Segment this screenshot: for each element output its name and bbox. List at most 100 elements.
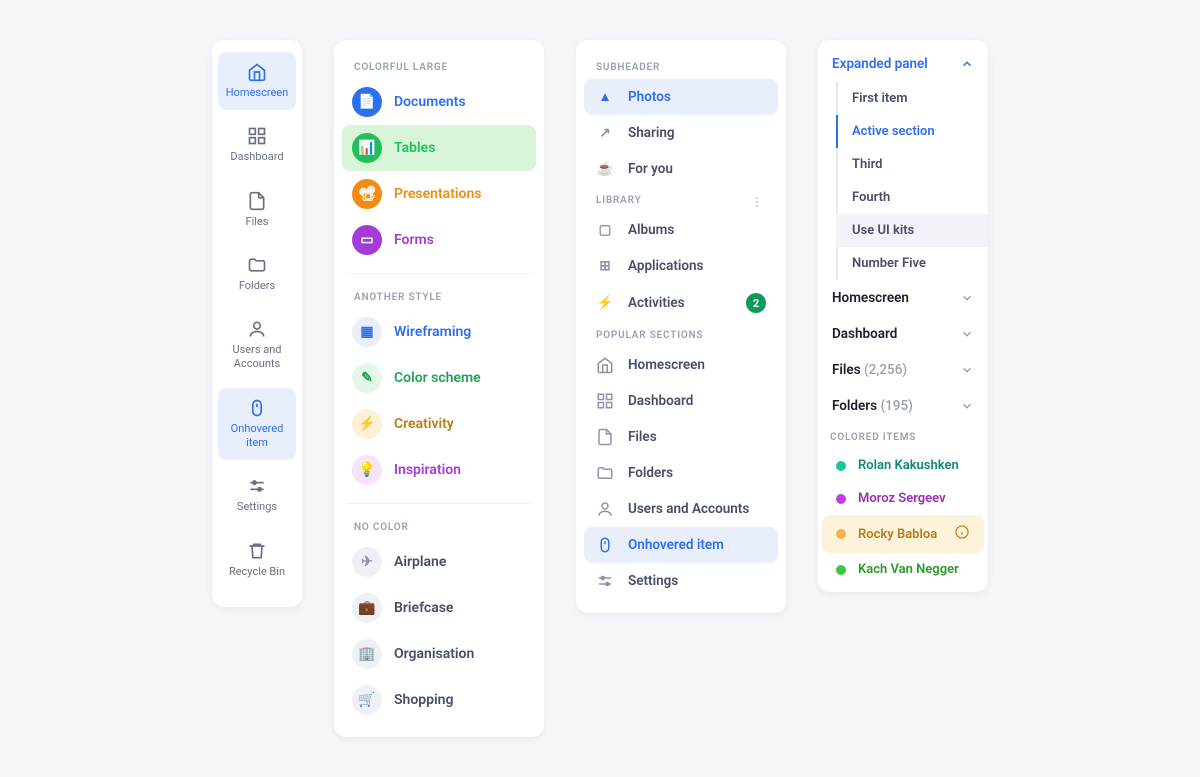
menu-item-activities[interactable]: ⚡Activities2: [584, 284, 778, 322]
item-label: Settings: [628, 573, 678, 589]
group-header: SUBHEADER: [584, 54, 778, 79]
file-icon: [247, 191, 267, 211]
home-icon: [247, 62, 267, 82]
item-icon: ⊞: [596, 257, 614, 275]
colored-item-moroz-sergeev[interactable]: Moroz Sergeev: [822, 482, 984, 515]
item-label: Albums: [628, 222, 674, 238]
colored-item-kach-van-negger[interactable]: Kach Van Negger: [822, 553, 984, 586]
item-icon: ⚡: [596, 294, 614, 312]
item-label: Moroz Sergeev: [858, 491, 946, 506]
item-label: Wireframing: [394, 324, 471, 340]
panel-label: Dashboard: [832, 326, 897, 342]
menu-item-presentations[interactable]: 📽Presentations: [342, 171, 536, 217]
item-icon: 💡: [352, 455, 382, 485]
kebab-icon[interactable]: [750, 195, 764, 212]
item-icon: [596, 356, 614, 374]
menu-item-homescreen[interactable]: Homescreen: [584, 347, 778, 383]
item-icon: [596, 464, 614, 482]
sub-item-first-item[interactable]: First item: [836, 82, 988, 115]
item-icon: ⚡: [352, 409, 382, 439]
accordion-header-expanded[interactable]: Expanded panel: [818, 46, 988, 82]
nav-label: Onhovered item: [222, 422, 292, 451]
sub-item-fourth[interactable]: Fourth: [836, 181, 988, 214]
nav-label: Settings: [237, 500, 277, 514]
item-icon: 📊: [352, 133, 382, 163]
panel-label: Folders (195): [832, 398, 913, 414]
menu-item-users-and-accounts[interactable]: Users and Accounts: [584, 491, 778, 527]
item-icon: ✈: [352, 547, 382, 577]
nav-item-files[interactable]: Files: [218, 181, 296, 239]
accordion-header-dashboard[interactable]: Dashboard: [818, 316, 988, 352]
nav-item-homescreen[interactable]: Homescreen: [218, 52, 296, 110]
sub-item-number-five[interactable]: Number Five: [836, 247, 988, 280]
menu-item-photos[interactable]: ▲Photos: [584, 79, 778, 115]
nav-item-settings[interactable]: Settings: [218, 466, 296, 524]
item-label: Files: [628, 429, 657, 445]
item-label: Presentations: [394, 186, 481, 202]
sub-item-use-ui-kits[interactable]: Use UI kits: [836, 214, 988, 247]
chevron-down-icon: [960, 327, 974, 341]
menu-item-documents[interactable]: 📄Documents: [342, 79, 536, 125]
menu-item-files[interactable]: Files: [584, 419, 778, 455]
dashboard-icon: [247, 126, 267, 146]
item-icon: [596, 500, 614, 518]
item-label: Users and Accounts: [628, 501, 749, 517]
menu-item-applications[interactable]: ⊞Applications: [584, 248, 778, 284]
item-label: Photos: [628, 89, 671, 105]
menu-item-sharing[interactable]: ↗Sharing: [584, 115, 778, 151]
item-icon: ↗: [596, 124, 614, 142]
item-label: Shopping: [394, 692, 453, 708]
accordion-header-folders[interactable]: Folders (195): [818, 388, 988, 424]
sub-item-third[interactable]: Third: [836, 148, 988, 181]
menu-item-color-scheme[interactable]: ✎Color scheme: [342, 355, 536, 401]
sidebar-accordion: Expanded panel First itemActive sectionTh…: [818, 40, 988, 592]
item-label: Rolan Kakushken: [858, 458, 959, 473]
panel-label: Homescreen: [832, 290, 909, 306]
group-header: COLORED ITEMS: [818, 424, 988, 449]
color-dot-icon: [836, 461, 846, 471]
chevron-down-icon: [960, 291, 974, 305]
item-label: Organisation: [394, 646, 474, 662]
menu-item-shopping[interactable]: 🛒 Shopping: [342, 677, 536, 723]
sub-item-active-section[interactable]: Active section: [836, 115, 988, 148]
sliders-icon: [247, 476, 267, 496]
nav-item-users-and-accounts[interactable]: Users and Accounts: [218, 309, 296, 382]
menu-item-organisation[interactable]: 🏢Organisation: [342, 631, 536, 677]
nav-label: Dashboard: [230, 150, 283, 164]
color-dot-icon: [836, 565, 846, 575]
item-label: Airplane: [394, 554, 446, 570]
group-header: POPULAR SECTIONS: [584, 322, 778, 347]
menu-item-creativity[interactable]: ⚡Creativity: [342, 401, 536, 447]
menu-item-settings[interactable]: Settings: [584, 563, 778, 599]
menu-item-wireframing[interactable]: ▦Wireframing: [342, 309, 536, 355]
item-icon: [596, 572, 614, 590]
group-header: LIBRARY: [584, 187, 778, 212]
group-header: NO COLOR: [342, 514, 536, 539]
menu-item-briefcase[interactable]: 💼Briefcase: [342, 585, 536, 631]
menu-item-for-you[interactable]: ☕For you: [584, 151, 778, 187]
colored-item-rolan-kakushken[interactable]: Rolan Kakushken: [822, 449, 984, 482]
menu-item-forms[interactable]: ▭Forms: [342, 217, 536, 263]
color-dot-icon: [836, 529, 846, 539]
nav-item-folders[interactable]: Folders: [218, 245, 296, 303]
menu-item-albums[interactable]: ▢Albums: [584, 212, 778, 248]
group-header: COLORFUL LARGE: [342, 54, 536, 79]
item-icon: 🛒: [352, 685, 382, 715]
colored-item-rocky-babloa[interactable]: Rocky Babloa: [822, 515, 984, 553]
item-icon: ☕: [596, 160, 614, 178]
menu-item-dashboard[interactable]: Dashboard: [584, 383, 778, 419]
menu-item-folders[interactable]: Folders: [584, 455, 778, 491]
info-icon[interactable]: [954, 524, 970, 544]
menu-item-tables[interactable]: 📊Tables: [342, 125, 536, 171]
count-badge: 2: [746, 293, 766, 313]
menu-item-onhovered-item[interactable]: Onhovered item: [584, 527, 778, 563]
nav-item-dashboard[interactable]: Dashboard: [218, 116, 296, 174]
accordion-header-homescreen[interactable]: Homescreen: [818, 280, 988, 316]
panel-label: Expanded panel: [832, 56, 928, 72]
nav-item-onhovered-item[interactable]: Onhovered item: [218, 388, 296, 461]
nav-item-recycle-bin[interactable]: Recycle Bin: [218, 531, 296, 589]
menu-item-airplane[interactable]: ✈ Airplane: [342, 539, 536, 585]
menu-item-inspiration[interactable]: 💡Inspiration: [342, 447, 536, 493]
item-icon: 📄: [352, 87, 382, 117]
accordion-header-files[interactable]: Files (2,256): [818, 352, 988, 388]
